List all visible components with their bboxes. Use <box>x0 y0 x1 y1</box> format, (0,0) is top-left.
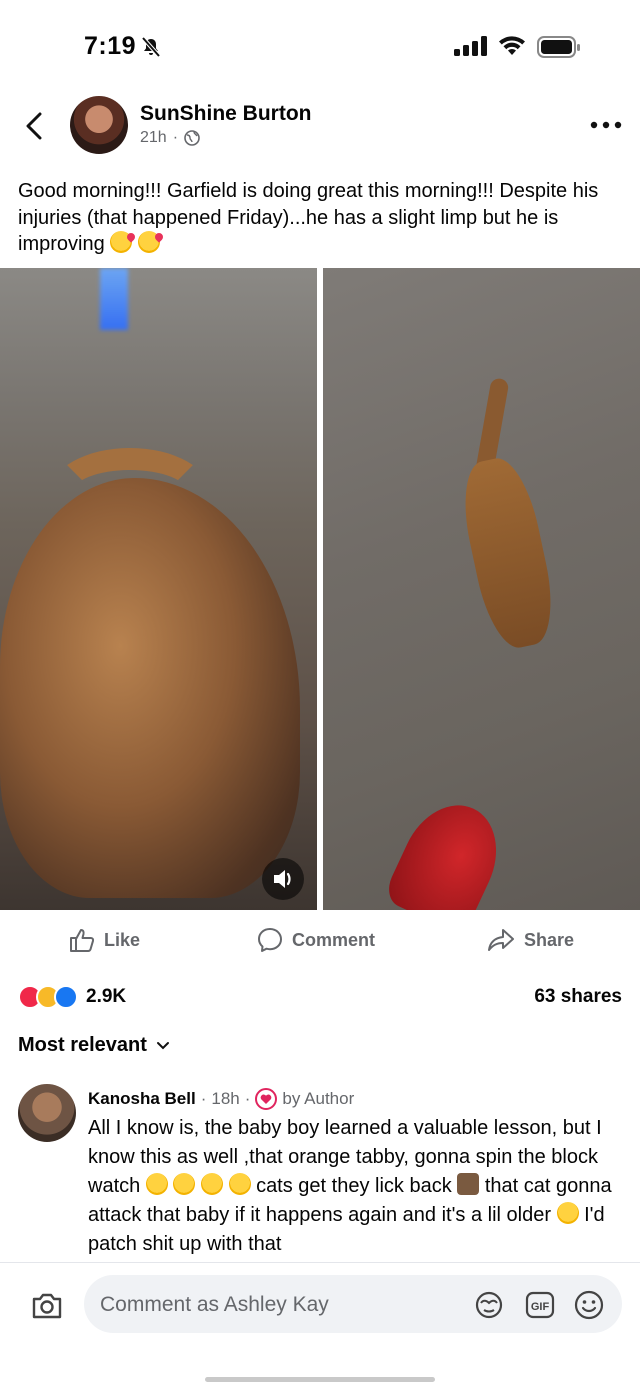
post-body: Good morning!!! Garfield is doing great … <box>18 180 599 255</box>
author-badge-label: by Author <box>282 1089 355 1108</box>
emoji-icon[interactable] <box>572 1289 606 1321</box>
author-avatar[interactable] <box>70 96 128 154</box>
sort-dropdown[interactable]: Most relevant <box>18 1034 171 1057</box>
like-button[interactable]: Like <box>68 926 140 954</box>
video-right[interactable] <box>323 268 640 910</box>
cellular-signal-icon <box>454 36 487 56</box>
comment-bubble-icon <box>258 928 282 952</box>
share-label: Share <box>524 929 575 950</box>
battery-icon <box>537 36 580 58</box>
orange-cat <box>0 478 300 898</box>
share-count[interactable]: 63 shares <box>534 986 622 1008</box>
post-header: SunShine Burton 21h · <box>0 92 640 162</box>
commenter-avatar[interactable] <box>18 1084 76 1142</box>
share-arrow-icon <box>488 929 514 951</box>
wifi-icon <box>499 36 525 55</box>
rolling-on-floor-laughing-icon <box>556 1202 579 1224</box>
share-button[interactable]: Share <box>486 926 574 954</box>
more-options-icon[interactable] <box>590 121 622 129</box>
camera-icon[interactable] <box>30 1291 64 1321</box>
status-bar: 7:19 <box>0 0 640 92</box>
smiling-face-with-hearts-icon <box>110 231 133 253</box>
reaction-count: 2.9K <box>86 986 127 1007</box>
author-heart-icon <box>255 1088 278 1110</box>
reactions-summary[interactable]: 2.9K <box>18 982 126 1012</box>
comment-item: Kanosha Bell · 18h · by Author All I kno… <box>18 1084 618 1260</box>
bell-muted-icon <box>141 36 161 58</box>
post-time: 21h <box>140 129 167 146</box>
post-text: Good morning!!! Garfield is doing great … <box>18 178 623 258</box>
red-shoe <box>381 789 515 910</box>
volume-button[interactable] <box>262 858 304 900</box>
blue-light <box>100 268 128 330</box>
sort-label: Most relevant <box>18 1034 147 1056</box>
like-reaction-icon <box>54 985 78 1009</box>
home-indicator <box>205 1377 435 1382</box>
video-left[interactable] <box>0 268 317 910</box>
speaker-icon <box>274 870 291 888</box>
meta-separator: · <box>244 1089 251 1108</box>
loudly-crying-face-icon <box>200 1173 223 1195</box>
person-shrugging-icon <box>457 1173 480 1195</box>
comment-input[interactable]: Comment as Ashley Kay GIF <box>84 1275 622 1333</box>
comment-composer: Comment as Ashley Kay GIF <box>0 1262 640 1390</box>
thumbs-up-icon <box>70 929 95 952</box>
loudly-crying-face-icon <box>173 1173 196 1195</box>
like-label: Like <box>104 929 141 950</box>
comment-label: Comment <box>292 929 376 950</box>
commenter-name[interactable]: Kanosha Bell <box>88 1089 196 1109</box>
post-actions: Like Comment Share <box>0 918 640 962</box>
svg-text:GIF: GIF <box>531 1301 550 1313</box>
meta-separator: · <box>172 129 179 146</box>
smiling-face-with-hearts-icon <box>137 231 160 253</box>
status-time: 7:19 <box>84 32 137 60</box>
orange-cat <box>454 452 562 654</box>
comment-header: Kanosha Bell · 18h · by Author <box>88 1088 354 1110</box>
back-arrow-icon[interactable] <box>20 108 50 144</box>
tears-of-joy-icon <box>228 1173 251 1195</box>
gif-icon[interactable]: GIF <box>524 1289 556 1321</box>
globe-icon <box>184 130 200 146</box>
chevron-down-icon <box>156 1041 169 1049</box>
comment-time: 18h <box>211 1089 240 1108</box>
post-media[interactable] <box>0 268 640 910</box>
comment-line: cats get they lick back <box>256 1175 452 1197</box>
meta-separator: · <box>200 1089 207 1108</box>
avatar-sticker-icon[interactable] <box>472 1289 506 1321</box>
author-name[interactable]: SunShine Burton <box>140 102 312 126</box>
loudly-crying-face-icon <box>145 1173 168 1195</box>
comment-placeholder: Comment as Ashley Kay <box>100 1293 329 1316</box>
comment-button[interactable]: Comment <box>256 926 375 954</box>
post-meta: 21h · <box>140 129 200 147</box>
comment-text: All I know is, the baby boy learned a va… <box>88 1114 618 1259</box>
